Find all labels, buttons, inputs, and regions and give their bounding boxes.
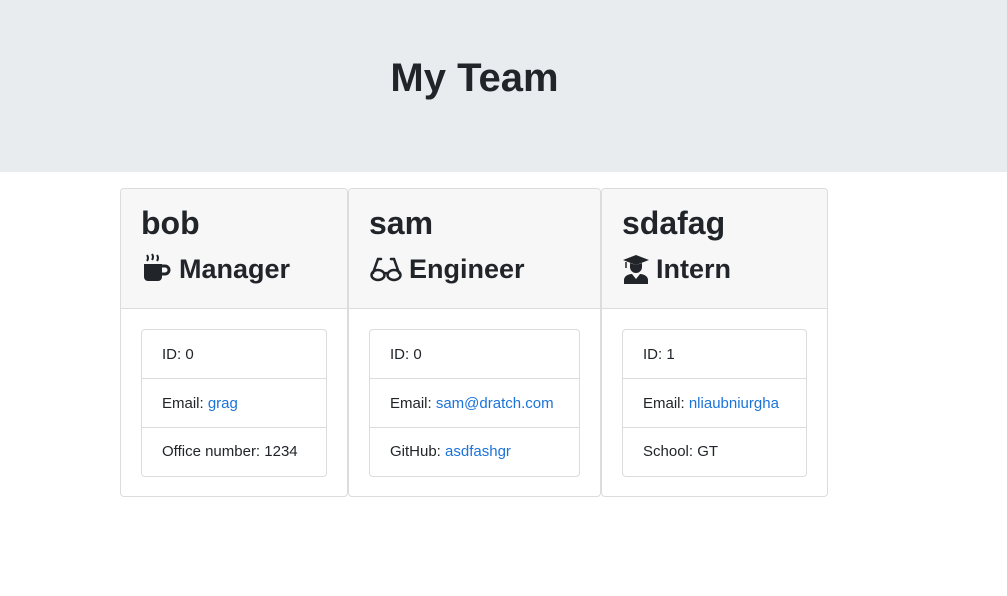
office-number-row: Office number: 1234	[142, 428, 326, 476]
school-row: School: GT	[623, 428, 806, 476]
github-link[interactable]: asdfashgr	[445, 443, 511, 460]
employee-details: ID: 1 Email: nliaubniurgha School: GT	[622, 329, 807, 477]
id-row: ID: 0	[370, 330, 579, 379]
card-header: bob Manager	[121, 189, 347, 309]
coffee-mug-icon	[141, 253, 173, 285]
employee-card-engineer: sam Engineer ID: 0 Email: sam@dratch.com…	[348, 188, 601, 497]
employee-details: ID: 0 Email: sam@dratch.com GitHub: asdf…	[369, 329, 580, 477]
office-number-label: Office number:	[162, 443, 265, 460]
employee-name: sdafag	[622, 205, 726, 241]
employee-role: Intern	[622, 251, 731, 287]
school-label: School:	[643, 443, 698, 460]
employee-name: bob	[141, 205, 200, 241]
id-value: 1	[666, 346, 675, 363]
id-label: ID:	[162, 346, 186, 363]
email-link[interactable]: sam@dratch.com	[436, 395, 554, 412]
card-header: sdafag Intern	[602, 189, 827, 309]
employee-role-label: Engineer	[409, 254, 525, 284]
glasses-icon	[369, 253, 403, 285]
id-row: ID: 0	[142, 330, 326, 379]
header-banner: My Team	[0, 0, 1007, 172]
employee-role-label: Manager	[179, 254, 291, 284]
employee-role: Engineer	[369, 251, 525, 287]
email-label: Email:	[643, 395, 689, 412]
id-row: ID: 1	[623, 330, 806, 379]
id-label: ID:	[643, 346, 667, 363]
email-row: Email: nliaubniurgha	[623, 379, 806, 428]
email-link[interactable]: grag	[208, 395, 238, 412]
office-number-value: 1234	[264, 443, 298, 460]
id-value: 0	[413, 346, 422, 363]
id-value: 0	[185, 346, 194, 363]
email-label: Email:	[162, 395, 208, 412]
employee-name: sam	[369, 205, 434, 241]
email-label: Email:	[390, 395, 436, 412]
id-label: ID:	[390, 346, 414, 363]
employee-role-label: Intern	[656, 254, 732, 284]
card-header: sam Engineer	[349, 189, 600, 309]
email-row: Email: sam@dratch.com	[370, 379, 579, 428]
page-title: My Team	[390, 56, 559, 100]
github-label: GitHub:	[390, 443, 446, 460]
github-row: GitHub: asdfashgr	[370, 428, 579, 476]
email-link[interactable]: nliaubniurgha	[689, 395, 779, 412]
employee-role: Manager	[141, 251, 290, 287]
school-value: GT	[697, 443, 719, 460]
employee-card-intern: sdafag Intern ID: 1 Email: nliaubniurgha…	[601, 188, 828, 497]
graduate-icon	[622, 253, 650, 285]
employee-card-manager: bob Manager ID: 0 Email: grag Office num…	[120, 188, 348, 497]
employee-details: ID: 0 Email: grag Office number: 1234	[141, 329, 327, 477]
email-row: Email: grag	[142, 379, 326, 428]
